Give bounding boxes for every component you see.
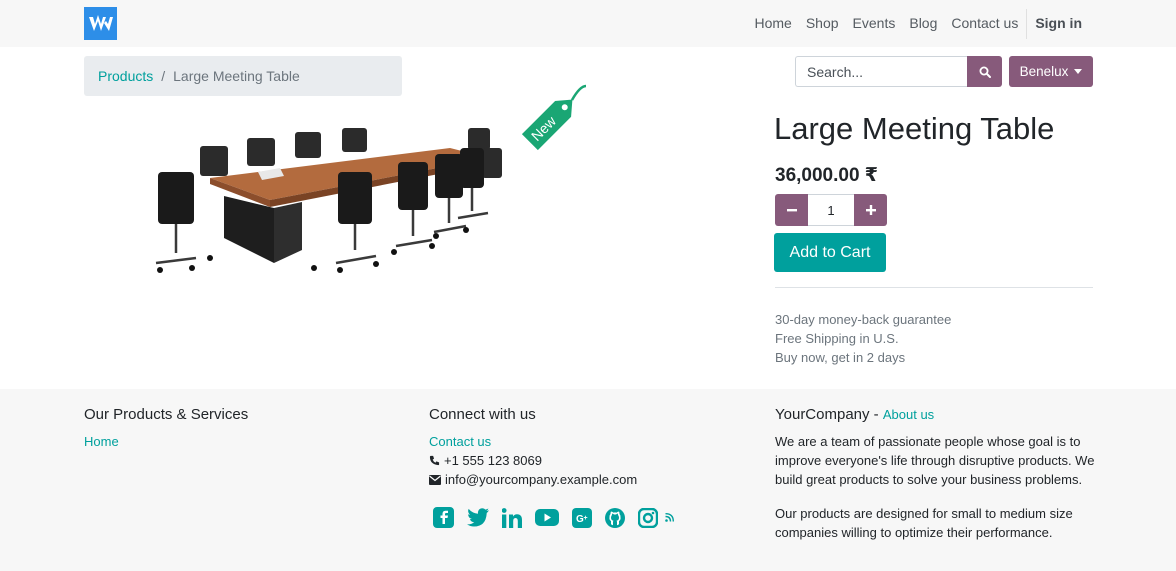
add-to-cart-button[interactable]: Add to Cart (774, 233, 886, 272)
product-search (795, 56, 1002, 87)
instagram-icon[interactable] (638, 507, 658, 528)
terms-line: Buy now, get in 2 days (775, 350, 906, 365)
product-terms: 30-day money-back guarantee Free Shippin… (775, 310, 951, 367)
product-price: 36,000.00 ₹ (775, 165, 879, 186)
footer-email: info@yourcompany.example.com (429, 470, 674, 489)
footer-about-paragraph: We are a team of passionate people whose… (775, 434, 1095, 487)
nav-contact-us[interactable]: Contact us (947, 0, 1022, 47)
github-icon[interactable] (605, 507, 625, 528)
search-button[interactable] (967, 56, 1002, 87)
footer: Our Products & Services Home Connect wit… (0, 389, 1176, 571)
footer-company-dash: - (869, 406, 883, 423)
quantity-increase-button[interactable] (854, 194, 887, 226)
quantity-input[interactable]: 1 (808, 194, 854, 226)
minus-icon (786, 209, 797, 212)
breadcrumb: Products / Large Meeting Table (84, 56, 402, 96)
phone-icon (429, 455, 440, 466)
social-links: G + (433, 507, 674, 528)
terms-line: 30-day money-back guarantee (775, 312, 952, 327)
footer-connect-title: Connect with us (429, 406, 536, 423)
footer-email-text[interactable]: info@yourcompany.example.com (445, 470, 637, 489)
footer-products-title: Our Products & Services (84, 406, 249, 423)
main-menu: Home Shop Events Blog Contact us Sign in (750, 0, 1086, 47)
sign-in-link[interactable]: Sign in (1031, 0, 1086, 47)
company-logo[interactable] (84, 7, 117, 40)
quantity-decrease-button[interactable] (775, 194, 808, 226)
footer-contact-link[interactable]: Contact us (429, 432, 674, 451)
twitter-icon[interactable] (467, 508, 489, 527)
footer-company-column: YourCompany - About us We are a team of … (775, 389, 1095, 542)
svg-text:+: + (584, 515, 588, 522)
footer-about-link[interactable]: About us (883, 407, 934, 422)
nav-shop[interactable]: Shop (802, 0, 843, 47)
envelope-icon (429, 474, 441, 485)
nav-home[interactable]: Home (750, 0, 795, 47)
footer-connect-column: Connect with us Contact us +1 555 123 80… (429, 389, 674, 528)
nav-blog[interactable]: Blog (905, 0, 941, 47)
footer-company-heading: YourCompany - About us (775, 406, 1095, 423)
plus-icon (865, 205, 876, 215)
rss-icon[interactable] (665, 513, 674, 522)
google-plus-icon[interactable]: G + (572, 507, 592, 528)
footer-products-column: Our Products & Services Home (84, 389, 248, 451)
search-input[interactable] (795, 56, 967, 87)
footer-phone-text: +1 555 123 8069 (444, 453, 542, 468)
odoo-w-logo-icon (88, 14, 113, 31)
linkedin-icon[interactable] (502, 507, 522, 528)
top-navbar: Home Shop Events Blog Contact us Sign in (0, 0, 1176, 47)
product-title: Large Meeting Table (774, 111, 1055, 146)
youtube-icon[interactable] (535, 509, 559, 526)
breadcrumb-products-link[interactable]: Products (98, 68, 153, 84)
quantity-stepper: 1 (775, 194, 887, 226)
footer-phone: +1 555 123 8069 (429, 451, 674, 470)
footer-company-title: YourCompany (775, 406, 870, 423)
nav-events[interactable]: Events (849, 0, 900, 47)
breadcrumb-separator: / (161, 68, 166, 84)
new-ribbon-tag-icon: New (519, 84, 587, 153)
nav-divider (1026, 8, 1028, 39)
pricelist-label: Benelux (1019, 64, 1069, 79)
terms-line: Free Shipping in U.S. (775, 331, 899, 346)
divider (775, 287, 1093, 288)
breadcrumb-current: Large Meeting Table (173, 68, 300, 84)
facebook-icon[interactable] (433, 507, 454, 528)
chevron-down-icon (1074, 69, 1083, 74)
product-image (155, 128, 502, 273)
search-icon (979, 66, 991, 78)
pricelist-dropdown[interactable]: Benelux (1009, 56, 1093, 87)
footer-home-link[interactable]: Home (84, 432, 248, 451)
footer-about-paragraph-2: Our products are designed for small to m… (775, 506, 1073, 540)
